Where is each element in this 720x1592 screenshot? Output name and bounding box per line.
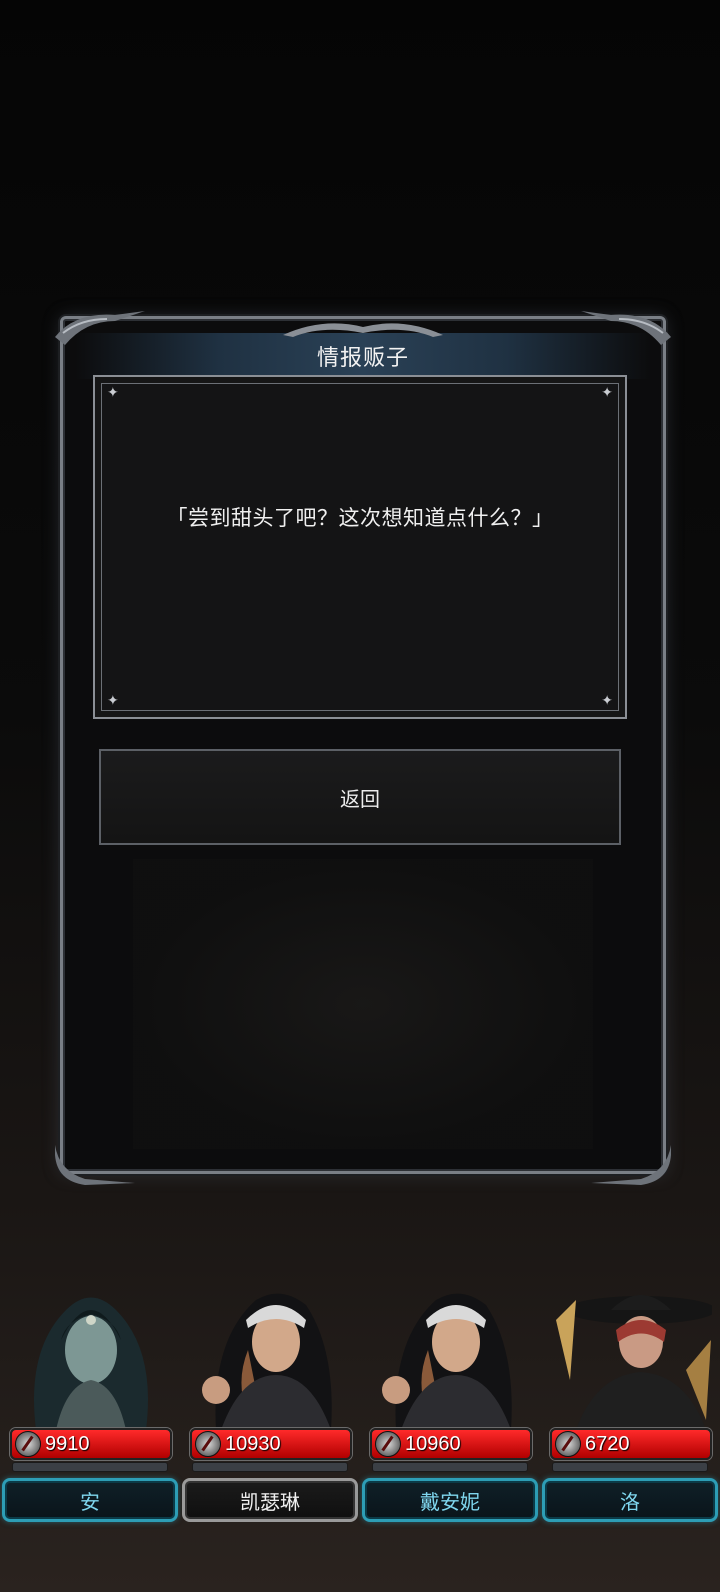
name-plate: 安 (2, 1478, 178, 1522)
dialog-message-box: ✦ ✦ ✦ ✦ 「尝到甜头了吧？这次想知道点什么？」 (93, 375, 627, 719)
sword-icon (15, 1431, 41, 1457)
sword-icon (555, 1431, 581, 1457)
party-member[interactable]: 9910 安 (0, 1280, 178, 1530)
mp-bar (372, 1462, 528, 1472)
portrait-hooded-woman (34, 1297, 148, 1430)
back-button[interactable]: 返回 (99, 749, 621, 845)
sword-icon (375, 1431, 401, 1457)
dialog-title: 情报贩子 (316, 346, 409, 371)
sparkle-icon: ✦ (107, 693, 119, 709)
member-name: 洛 (620, 1489, 640, 1514)
hp-value: 10960 (405, 1432, 461, 1455)
frame-ornament-icon (55, 1145, 135, 1185)
member-name: 凯瑟琳 (240, 1489, 300, 1514)
hp-bar: 6720 (550, 1428, 712, 1460)
hp-bar: 10930 (190, 1428, 352, 1460)
hp-value: 9910 (45, 1432, 90, 1455)
sparkle-icon: ✦ (601, 385, 613, 401)
mp-bar (12, 1462, 168, 1472)
party-member[interactable]: 10930 凯瑟琳 (180, 1280, 358, 1530)
name-plate: 戴安妮 (362, 1478, 538, 1522)
party-bar: 9910 安 10930 凯瑟琳 10960 戴安妮 6720 洛 (0, 1280, 720, 1592)
mp-bar (552, 1462, 708, 1472)
hp-bar: 10960 (370, 1428, 532, 1460)
frame-ornament-icon (591, 1145, 671, 1185)
back-button-label: 返回 (340, 786, 380, 811)
party-member[interactable]: 10960 戴安妮 (360, 1280, 538, 1530)
member-name: 戴安妮 (420, 1489, 480, 1514)
dialog-title-bar: 情报贩子 (75, 323, 651, 379)
hp-value: 10930 (225, 1432, 281, 1455)
name-plate: 凯瑟琳 (182, 1478, 358, 1522)
member-name: 安 (80, 1489, 100, 1514)
hp-bar: 9910 (10, 1428, 172, 1460)
panel-background-texture (133, 859, 593, 1149)
dialog-message: 「尝到甜头了吧？这次想知道点什么？」 (166, 506, 554, 530)
dialog-panel: 情报贩子 ✦ ✦ ✦ ✦ 「尝到甜头了吧？这次想知道点什么？」 返回 (55, 311, 671, 1185)
portrait-nun (202, 1293, 332, 1430)
portrait-hat-assassin (556, 1295, 712, 1430)
hp-value: 6720 (585, 1432, 630, 1455)
crest-ornament-icon (283, 323, 443, 337)
mp-bar (192, 1462, 348, 1472)
name-plate: 洛 (542, 1478, 718, 1522)
sparkle-icon: ✦ (601, 693, 613, 709)
portrait-nun (382, 1293, 512, 1430)
party-member[interactable]: 6720 洛 (540, 1280, 718, 1530)
sword-icon (195, 1431, 221, 1457)
sparkle-icon: ✦ (107, 385, 119, 401)
